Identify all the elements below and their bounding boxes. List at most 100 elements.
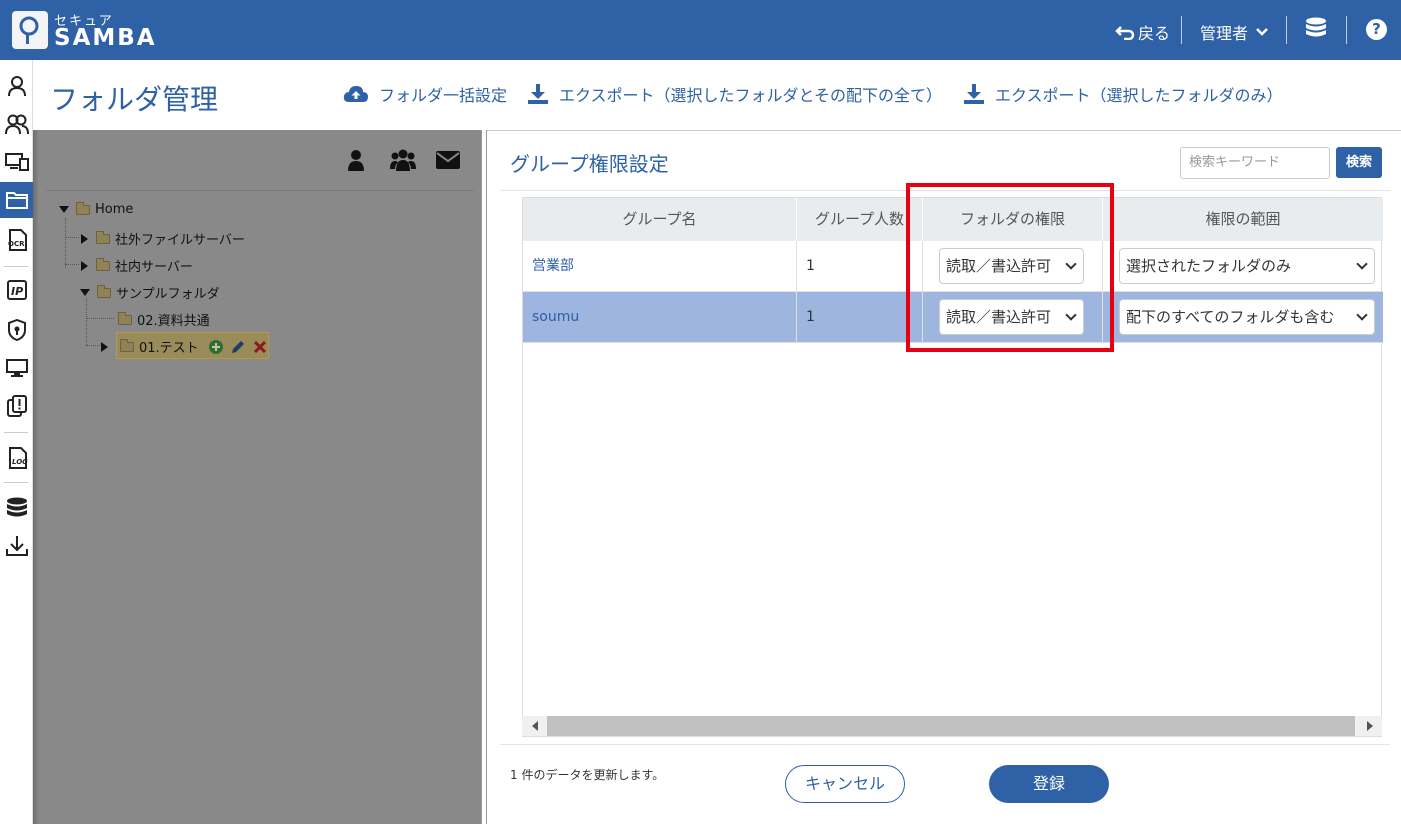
tree-node-label: 01.テスト <box>139 341 199 356</box>
select-value: 選択されたフォルダのみ <box>1126 257 1292 275</box>
page-title: フォルダ管理 <box>50 83 219 116</box>
divider <box>1181 16 1182 44</box>
log-icon[interactable]: LOG <box>0 440 33 476</box>
group-icon[interactable] <box>390 148 416 172</box>
bulk-settings-button[interactable]: フォルダ一括設定 <box>343 82 507 106</box>
users-icon[interactable] <box>0 106 33 142</box>
download-icon <box>528 84 548 104</box>
cancel-button[interactable]: キャンセル <box>785 765 905 803</box>
admin-label: 管理者 <box>1200 24 1249 43</box>
chevron-down-icon <box>1256 28 1268 36</box>
person-icon[interactable] <box>346 148 366 172</box>
column-divider <box>796 241 797 343</box>
download-icon[interactable] <box>0 528 33 564</box>
ip-icon[interactable]: IP <box>0 272 33 308</box>
tree-connector <box>86 345 100 346</box>
column-header-group-name[interactable]: グループ名 <box>523 198 797 241</box>
tree-node-label: Home <box>95 202 134 217</box>
caret-down-icon[interactable] <box>80 289 90 296</box>
tree-node-label: サンプルフォルダ <box>116 287 220 302</box>
rail-divider <box>4 266 28 267</box>
select-value: 配下のすべてのフォルダも含む <box>1126 308 1335 326</box>
tree-node-home[interactable]: Home <box>59 201 134 217</box>
scrollbar-thumb[interactable] <box>547 716 1355 736</box>
back-label: 戻る <box>1138 24 1171 43</box>
column-header-member-count[interactable]: グループ人数 <box>797 198 923 241</box>
admin-menu[interactable]: 管理者 <box>1200 20 1268 44</box>
tree-node-shared-docs[interactable]: 02.資料共通 <box>118 310 210 329</box>
scope-select[interactable]: 選択されたフォルダのみ <box>1119 248 1375 284</box>
scroll-left-icon[interactable] <box>532 721 538 731</box>
caret-right-icon[interactable] <box>101 341 108 352</box>
shield-icon[interactable] <box>0 312 33 348</box>
export-all-label: エクスポート（選択したフォルダとその配下の全て） <box>559 86 943 105</box>
return-arrow-icon <box>1115 26 1135 40</box>
scope-select[interactable]: 配下のすべてのフォルダも含む <box>1119 299 1375 335</box>
tree-connector <box>65 264 79 265</box>
add-icon[interactable] <box>208 339 224 355</box>
tree-node-external-server[interactable]: 社外ファイルサーバー <box>81 229 245 248</box>
cloud-upload-icon <box>343 86 368 102</box>
folder-icon <box>96 230 110 244</box>
mail-icon[interactable] <box>436 151 460 169</box>
back-button[interactable]: 戻る <box>1115 20 1170 44</box>
logo-icon <box>12 11 48 49</box>
chevron-down-icon <box>1356 258 1368 270</box>
help-icon[interactable]: ? <box>1366 19 1387 40</box>
tree-node-internal-server[interactable]: 社内サーバー <box>81 256 193 275</box>
tree-connector <box>86 298 87 345</box>
download-icon <box>964 84 984 104</box>
logo-title: SAMBA <box>54 25 157 51</box>
edit-icon[interactable] <box>230 339 246 355</box>
devices-icon[interactable] <box>0 144 33 180</box>
folder-icon[interactable] <box>0 182 33 218</box>
svg-text:LOG: LOG <box>12 458 28 466</box>
group-name-link[interactable]: 営業部 <box>532 241 574 292</box>
rail-divider <box>4 482 28 483</box>
member-count: 1 <box>806 258 815 274</box>
divider <box>1346 16 1347 44</box>
user-icon[interactable] <box>0 68 33 104</box>
tree-node-label: 社内サーバー <box>115 260 193 275</box>
scroll-right-icon[interactable] <box>1367 721 1373 731</box>
folder-icon <box>118 311 132 325</box>
caret-right-icon[interactable] <box>81 260 88 271</box>
icon-rail: OCR IP LOG <box>0 60 33 824</box>
register-button[interactable]: 登録 <box>989 765 1109 803</box>
tree-node-test[interactable]: 01.テスト <box>101 337 267 356</box>
folder-icon <box>120 338 134 352</box>
panel-shadow <box>33 130 39 824</box>
export-selected-button[interactable]: エクスポート（選択したフォルダのみ） <box>963 82 1283 106</box>
monitor-icon[interactable] <box>0 350 33 386</box>
tree-connector <box>65 218 66 268</box>
tree-node-label: 02.資料共通 <box>137 314 210 329</box>
ocr-icon[interactable]: OCR <box>0 222 33 258</box>
tree-node-sample-folder[interactable]: サンプルフォルダ <box>80 283 220 302</box>
divider <box>500 744 1390 745</box>
column-header-permission-scope[interactable]: 権限の範囲 <box>1103 198 1383 241</box>
folder-icon <box>76 201 90 215</box>
caret-right-icon[interactable] <box>81 233 88 244</box>
top-bar: セキュア SAMBA 戻る 管理者 ? <box>0 0 1401 60</box>
update-count-note: 1 件のデータを更新します。 <box>510 768 665 782</box>
search-input[interactable]: 検索キーワード <box>1180 147 1330 179</box>
svg-text:OCR: OCR <box>8 240 25 248</box>
bulk-settings-label: フォルダ一括設定 <box>379 86 508 105</box>
member-count: 1 <box>806 309 815 325</box>
rail-divider <box>4 432 28 433</box>
divider <box>1286 16 1287 44</box>
alert-copy-icon[interactable] <box>0 388 33 424</box>
section-title: グループ権限設定 <box>510 152 669 176</box>
caret-down-icon[interactable] <box>59 206 69 213</box>
tree-connector <box>65 237 79 238</box>
storage-icon[interactable] <box>0 490 33 526</box>
tree-connector <box>86 318 114 319</box>
database-icon[interactable] <box>1305 17 1327 45</box>
chevron-down-icon <box>1356 309 1368 321</box>
tree-node-label: 社外ファイルサーバー <box>115 233 245 248</box>
export-all-button[interactable]: エクスポート（選択したフォルダとその配下の全て） <box>527 82 942 106</box>
delete-icon[interactable] <box>253 340 267 354</box>
folder-icon <box>96 257 110 271</box>
search-button[interactable]: 検索 <box>1336 147 1382 178</box>
group-name-link[interactable]: soumu <box>532 292 579 343</box>
